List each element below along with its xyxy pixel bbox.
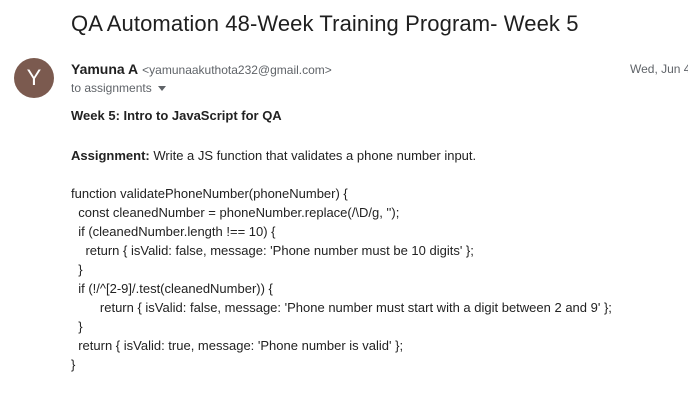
assignment-label: Assignment: bbox=[71, 148, 150, 163]
caret-down-icon[interactable] bbox=[157, 85, 166, 91]
recipient-label: to assignments bbox=[71, 81, 152, 95]
sender-line: Yamuna A <yamunaakuthota232@gmail.com> bbox=[71, 60, 332, 79]
assignment-line: Assignment: Write a JS function that val… bbox=[71, 146, 476, 165]
email-view: QA Automation 48-Week Training Program- … bbox=[0, 0, 688, 403]
sender-name[interactable]: Yamuna A bbox=[71, 61, 138, 77]
code-line: } bbox=[71, 357, 76, 372]
code-line: const cleanedNumber = phoneNumber.replac… bbox=[71, 205, 400, 220]
sender-avatar[interactable]: Y bbox=[14, 58, 54, 98]
email-subject: QA Automation 48-Week Training Program- … bbox=[71, 11, 579, 36]
code-line: } bbox=[71, 319, 83, 334]
sender-email: <yamunaakuthota232@gmail.com> bbox=[142, 63, 332, 77]
code-line: return { isValid: false, message: 'Phone… bbox=[71, 300, 612, 315]
assignment-text: Write a JS function that validates a pho… bbox=[149, 148, 477, 163]
code-line: if (!/^[2-9]/.test(cleanedNumber)) { bbox=[71, 281, 273, 296]
code-line: if (cleanedNumber.length !== 10) { bbox=[71, 224, 276, 239]
code-line: function validatePhoneNumber(phoneNumber… bbox=[71, 186, 348, 201]
code-line: return { isValid: true, message: 'Phone … bbox=[71, 338, 404, 353]
week-heading: Week 5: Intro to JavaScript for QA bbox=[71, 108, 282, 123]
code-line: return { isValid: false, message: 'Phone… bbox=[71, 243, 474, 258]
code-line: } bbox=[71, 262, 83, 277]
email-date: Wed, Jun 4 bbox=[630, 62, 688, 76]
recipient-details-toggle[interactable]: to assignments bbox=[71, 80, 166, 96]
